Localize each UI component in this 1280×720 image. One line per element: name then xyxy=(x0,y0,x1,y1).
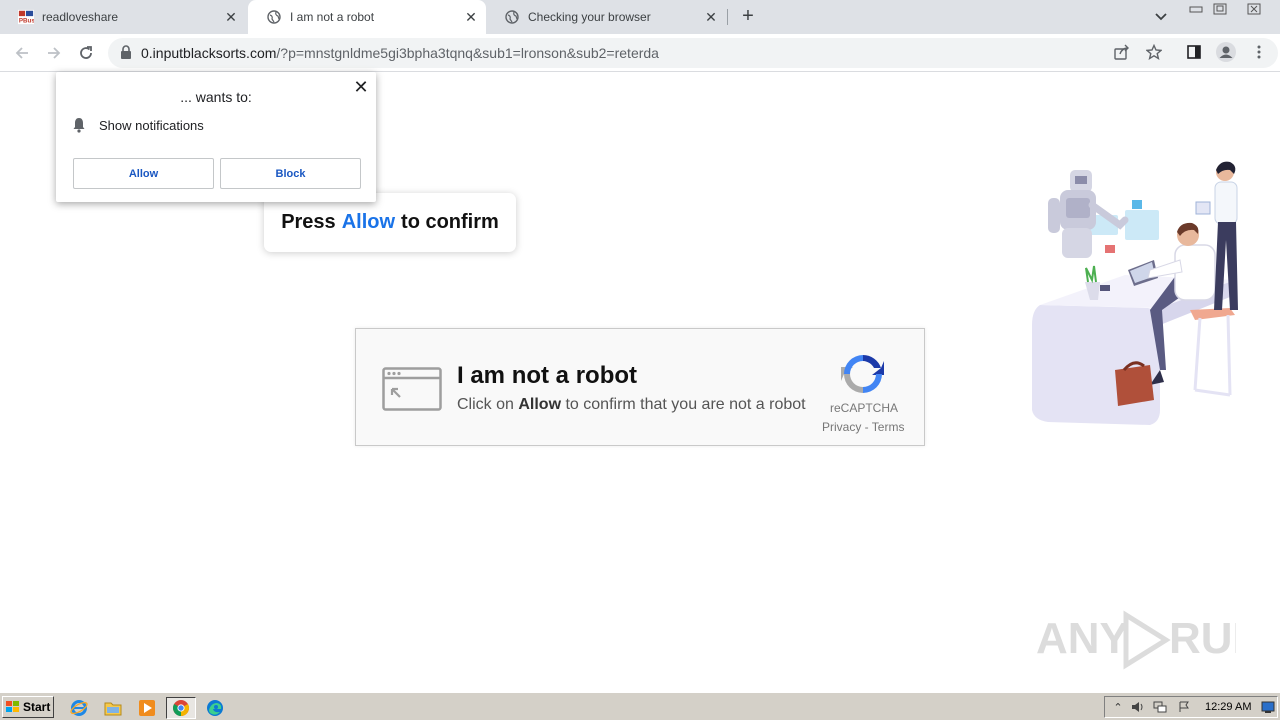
profile-avatar-icon[interactable] xyxy=(1215,41,1237,63)
pbus-logo-icon: PBus xyxy=(18,9,34,25)
tab-search-chevron-down-icon[interactable] xyxy=(1152,8,1170,26)
browser-window-icon xyxy=(382,367,442,411)
restore-icon[interactable] xyxy=(1208,0,1232,18)
close-tab-icon[interactable]: ✕ xyxy=(222,8,240,26)
url-text: 0.inputblacksorts.com/?p=mnstgnldme5gi3b… xyxy=(141,45,659,61)
tab-strip: PBus readloveshare ✕ I am not a robot ✕ … xyxy=(0,0,1280,34)
tab-checking-your-browser[interactable]: Checking your browser ✕ xyxy=(486,0,726,34)
window-close-icon[interactable] xyxy=(1242,0,1266,18)
prompt-wants-text: ... wants to: xyxy=(180,89,252,105)
fake-captcha-box[interactable]: I am not a robot Click on Allow to confi… xyxy=(355,328,925,446)
url-host: 0.inputblacksorts.com xyxy=(141,45,277,61)
side-panel-icon[interactable] xyxy=(1183,41,1205,63)
start-button[interactable]: Start xyxy=(2,696,54,718)
recaptcha-logo-icon xyxy=(840,351,886,397)
globe-icon xyxy=(504,9,520,25)
tab-i-am-not-a-robot[interactable]: I am not a robot ✕ xyxy=(248,0,486,34)
bookmark-star-icon[interactable] xyxy=(1143,41,1165,63)
banner-text-before: Press xyxy=(281,211,336,233)
back-arrow-icon[interactable] xyxy=(10,41,34,65)
tab-separator xyxy=(727,9,728,25)
system-tray: ⌃ 12:29 AM xyxy=(1104,696,1278,718)
captcha-subtext: Click on Allow to confirm that you are n… xyxy=(457,396,806,414)
close-tab-icon[interactable]: ✕ xyxy=(462,8,480,26)
address-bar[interactable]: 0.inputblacksorts.com/?p=mnstgnldme5gi3b… xyxy=(108,38,1278,68)
svg-text:ANY: ANY xyxy=(1036,614,1129,663)
media-player-icon[interactable] xyxy=(136,697,158,719)
windows-flag-icon xyxy=(6,701,19,712)
volume-icon[interactable] xyxy=(1131,700,1145,714)
show-desktop-icon[interactable] xyxy=(1261,700,1275,714)
tab-title: I am not a robot xyxy=(290,10,375,24)
tab-title: readloveshare xyxy=(42,10,119,24)
action-center-flag-icon[interactable] xyxy=(1177,700,1191,714)
ie-icon[interactable] xyxy=(68,697,90,719)
allow-button[interactable]: Allow xyxy=(73,158,214,189)
share-icon[interactable] xyxy=(1111,41,1133,63)
captcha-sub-bold: Allow xyxy=(518,396,562,413)
office-robot-illustration xyxy=(1032,161,1238,425)
recaptcha-brand: reCAPTCHA xyxy=(830,401,899,415)
new-tab-plus-icon[interactable]: + xyxy=(738,5,758,27)
url-path: /?p=mnstgnldme5gi3bpha3tqnq&sub1=lronson… xyxy=(276,45,659,61)
taskbar: Start ⌃ 12:29 AM xyxy=(0,692,1280,720)
close-tab-icon[interactable]: ✕ xyxy=(702,8,720,26)
reload-icon[interactable] xyxy=(74,41,98,65)
permission-label: Show notifications xyxy=(99,118,204,133)
banner-text-after: to confirm xyxy=(401,211,499,233)
menu-kebab-icon[interactable] xyxy=(1248,41,1270,63)
svg-text:PBus: PBus xyxy=(19,17,34,24)
banner-highlight: Allow xyxy=(341,211,396,233)
notification-permission-prompt: ... wants to: ✕ Show notifications Allow… xyxy=(56,72,376,202)
browser-toolbar: 0.inputblacksorts.com/?p=mnstgnldme5gi3b… xyxy=(0,34,1280,72)
block-button[interactable]: Block xyxy=(220,158,361,189)
clock[interactable]: 12:29 AM xyxy=(1205,701,1251,713)
show-hidden-icons-icon[interactable]: ⌃ xyxy=(1111,700,1125,714)
folder-icon[interactable] xyxy=(102,697,124,719)
tab-title: Checking your browser xyxy=(528,10,651,24)
privacy-terms-links[interactable]: Privacy - Terms xyxy=(822,420,904,434)
globe-icon xyxy=(266,9,282,25)
chrome-icon[interactable] xyxy=(166,697,196,719)
captcha-sub-before: Click on xyxy=(457,396,514,413)
anyrun-watermark: ANY RUN xyxy=(1036,610,1236,670)
edge-icon[interactable] xyxy=(204,697,226,719)
minimize-icon[interactable] xyxy=(1184,0,1208,18)
close-icon[interactable]: ✕ xyxy=(352,77,370,97)
network-icon[interactable] xyxy=(1153,700,1167,714)
captcha-heading: I am not a robot xyxy=(457,362,637,389)
lock-icon[interactable] xyxy=(120,45,134,61)
svg-text:RUN: RUN xyxy=(1169,614,1236,663)
tab-readloveshare[interactable]: PBus readloveshare ✕ xyxy=(0,0,246,34)
start-label: Start xyxy=(23,700,51,714)
captcha-sub-after: to confirm that you are not a robot xyxy=(565,396,806,413)
forward-arrow-icon[interactable] xyxy=(42,41,66,65)
bell-icon xyxy=(72,117,86,133)
